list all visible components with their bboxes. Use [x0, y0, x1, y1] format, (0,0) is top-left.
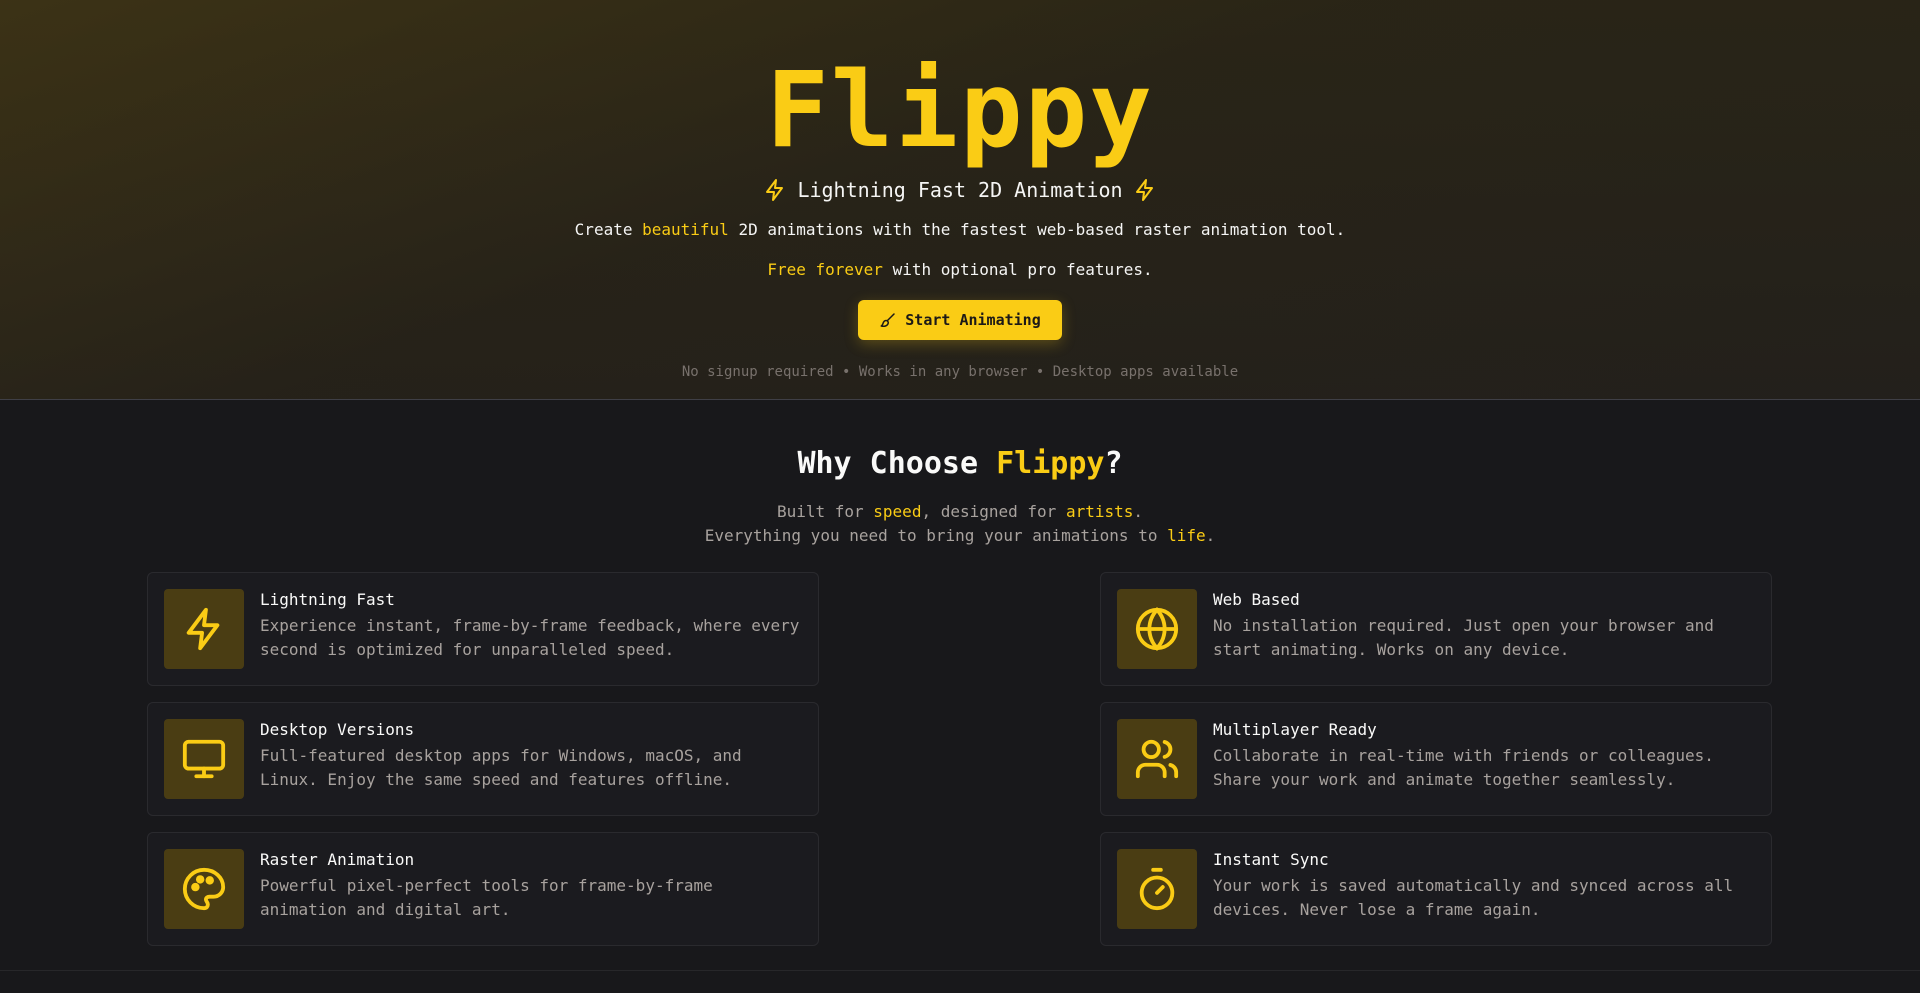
tagline-text: Lightning Fast 2D Animation: [797, 178, 1123, 202]
pricing-text: with optional pro features.: [882, 260, 1153, 279]
feature-description: Full-featured desktop apps for Windows, …: [260, 746, 742, 789]
feature-card-instant-sync: Instant Sync Your work is saved automati…: [1100, 832, 1772, 946]
users-icon: [1135, 739, 1179, 779]
feature-title: Web Based: [1213, 590, 1300, 609]
hero-tagline: Lightning Fast 2D Animation: [0, 176, 1920, 204]
lightning-icon: [186, 607, 220, 651]
feature-card-desktop-versions: Desktop Versions Full-featured desktop a…: [147, 702, 819, 816]
feature-title: Instant Sync: [1213, 850, 1329, 869]
sub-highlight: life: [1167, 526, 1206, 545]
feature-icon-box: [1117, 719, 1197, 799]
feature-description: Collaborate in real-time with friends or…: [1213, 746, 1714, 789]
desc-highlight: beautiful: [642, 220, 729, 239]
sub-highlight: speed: [873, 502, 922, 521]
start-animating-button[interactable]: Start Animating: [858, 300, 1062, 340]
feature-title: Lightning Fast: [260, 590, 395, 609]
globe-icon: [1135, 607, 1179, 651]
heading-text: ?: [1104, 446, 1123, 481]
heading-text: Why Choose: [797, 446, 997, 481]
stopwatch-icon: [1139, 867, 1175, 911]
section-divider: [0, 970, 1920, 971]
feature-description: Your work is saved automatically and syn…: [1213, 876, 1734, 919]
features-heading: Why Choose Flippy?: [0, 446, 1920, 481]
hero-description: Create beautiful 2D animations with the …: [0, 219, 1920, 241]
sub-text: Built for: [776, 502, 874, 521]
feature-card-multiplayer-ready: Multiplayer Ready Collaborate in real-ti…: [1100, 702, 1772, 816]
feature-description: Powerful pixel-perfect tools for frame-b…: [260, 876, 713, 919]
hero-pricing-note: Free forever with optional pro features.: [0, 259, 1920, 281]
feature-icon-box: [164, 849, 244, 929]
sub-text: .: [1205, 526, 1216, 545]
heading-highlight: Flippy: [996, 446, 1105, 481]
monitor-icon: [182, 739, 226, 779]
lightning-icon: [1135, 179, 1153, 201]
palette-icon: [182, 867, 226, 911]
app-title: Flippy: [766, 49, 1154, 171]
cta-label: Start Animating: [905, 311, 1041, 329]
sub-text: Everything you need to bring your animat…: [704, 526, 1168, 545]
sub-highlight: artists: [1065, 502, 1134, 521]
feature-icon-box: [1117, 589, 1197, 669]
feature-title: Desktop Versions: [260, 720, 415, 739]
features-subtitle-line1: Built for speed, designed for artists.: [0, 502, 1920, 521]
feature-icon-box: [1117, 849, 1197, 929]
feature-card-raster-animation: Raster Animation Powerful pixel-perfect …: [147, 832, 819, 946]
desc-text: Create: [574, 220, 643, 239]
feature-icon-box: [164, 719, 244, 799]
feature-title: Multiplayer Ready: [1213, 720, 1377, 739]
hero-section: Flippy Lightning Fast 2D Animation Creat…: [0, 0, 1920, 400]
feature-card-lightning-fast: Lightning Fast Experience instant, frame…: [147, 572, 819, 686]
feature-title: Raster Animation: [260, 850, 415, 869]
brush-icon: [880, 313, 896, 328]
feature-card-web-based: Web Based No installation required. Just…: [1100, 572, 1772, 686]
sub-text: .: [1133, 502, 1144, 521]
features-subtitle-line2: Everything you need to bring your animat…: [0, 526, 1920, 545]
pricing-highlight: Free forever: [767, 260, 883, 279]
hero-footnote: No signup required • Works in any browse…: [681, 364, 1239, 380]
feature-description: Experience instant, frame-by-frame feedb…: [260, 616, 800, 659]
lightning-icon: [766, 179, 784, 201]
sub-text: , designed for: [921, 502, 1066, 521]
feature-icon-box: [164, 589, 244, 669]
desc-text: 2D animations with the fastest web-based…: [728, 220, 1346, 239]
feature-description: No installation required. Just open your…: [1213, 616, 1714, 659]
